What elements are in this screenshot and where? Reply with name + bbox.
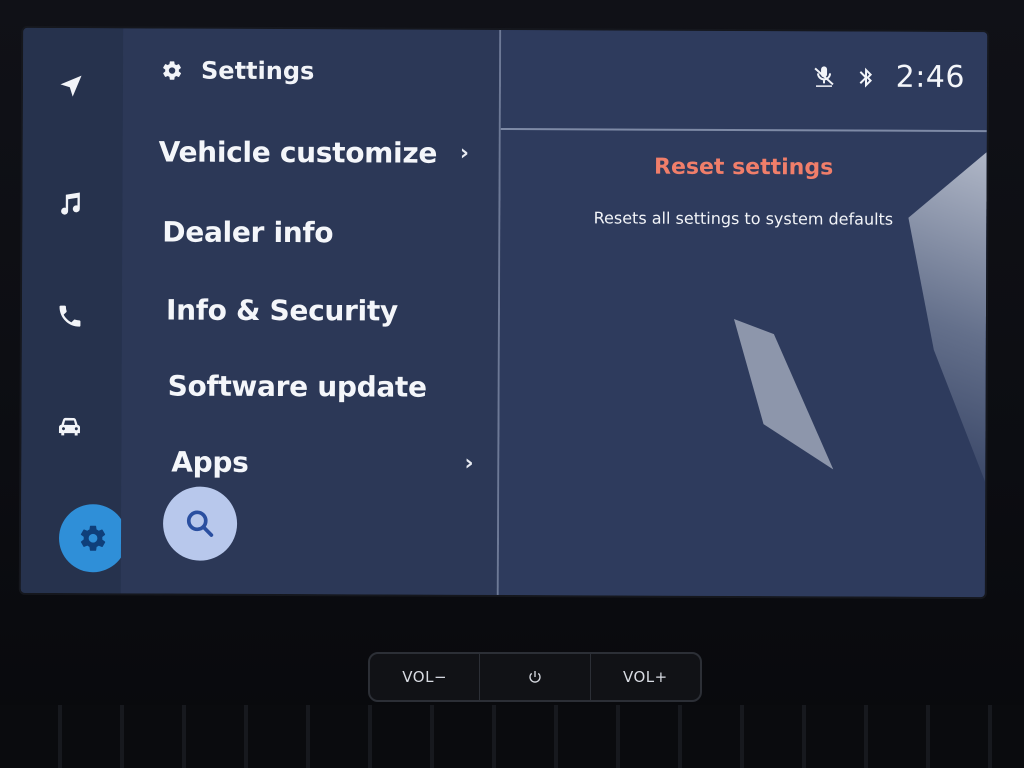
- infotainment-screen: Settings Vehicle customize › Dealer info…: [20, 27, 988, 598]
- phone-icon: [59, 305, 81, 327]
- hardware-button-strip: VOL− VOL+: [368, 652, 702, 702]
- volume-down-button[interactable]: VOL−: [370, 654, 481, 700]
- menu-item-label: Info & Security: [165, 293, 399, 328]
- clock: 2:46: [895, 59, 966, 96]
- menu-item-apps[interactable]: Apps ›: [171, 436, 481, 489]
- voice-muted-icon: [814, 65, 834, 87]
- reset-settings-button[interactable]: Reset settings: [501, 154, 987, 181]
- chevron-right-icon: ›: [459, 140, 469, 166]
- rail-item-navigation[interactable]: [43, 58, 99, 114]
- rail-item-music[interactable]: [42, 176, 98, 232]
- screen-glare: [855, 152, 986, 483]
- settings-list-panel: Settings Vehicle customize › Dealer info…: [120, 28, 596, 595]
- menu-item-label: Software update: [167, 369, 427, 404]
- nav-rail: [20, 27, 128, 594]
- search-button[interactable]: [162, 486, 238, 561]
- panel-header: Settings: [161, 56, 315, 86]
- music-note-icon: [61, 192, 80, 215]
- rail-item-vehicle[interactable]: [41, 398, 97, 454]
- rail-item-phone[interactable]: [42, 288, 98, 344]
- menu-item-software-update[interactable]: Software update: [168, 360, 486, 413]
- menu-item-label: Apps: [171, 445, 249, 479]
- gear-icon: [163, 61, 182, 80]
- search-icon: [186, 510, 214, 537]
- status-icons: 2:46: [812, 59, 966, 96]
- head-unit-bezel: Settings Vehicle customize › Dealer info…: [0, 0, 1024, 768]
- status-bar: 2:46: [501, 30, 987, 130]
- menu-item-label: Vehicle customize: [158, 134, 438, 170]
- menu-item-vehicle-customize[interactable]: Vehicle customize ›: [159, 125, 477, 178]
- power-icon: [529, 671, 541, 683]
- volume-up-button[interactable]: VOL+: [591, 654, 700, 700]
- car-icon: [58, 417, 80, 436]
- air-vents: [0, 705, 1024, 768]
- power-button[interactable]: [480, 654, 591, 700]
- gear-icon: [80, 525, 106, 551]
- bluetooth-icon: [859, 67, 872, 88]
- detail-panel: 2:46 Reset settings Resets all settings …: [498, 29, 988, 598]
- chevron-right-icon: ›: [464, 450, 474, 476]
- page-title: Settings: [200, 56, 315, 86]
- menu-item-dealer-info[interactable]: Dealer info: [162, 206, 480, 259]
- navigation-arrow-icon: [60, 75, 82, 97]
- menu-item-info-security[interactable]: Info & Security: [166, 284, 484, 337]
- menu-item-label: Dealer info: [162, 215, 334, 249]
- rail-item-settings[interactable]: [58, 504, 128, 573]
